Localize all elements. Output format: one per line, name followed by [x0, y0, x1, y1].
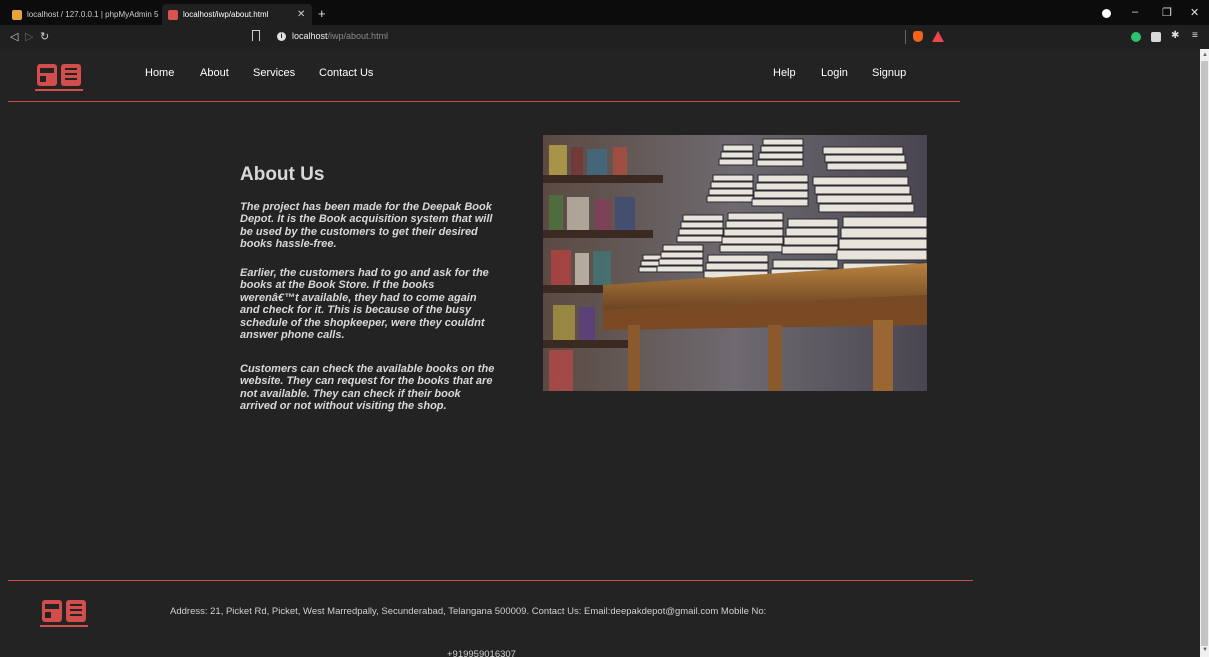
- menu-icon[interactable]: ≡: [1192, 30, 1198, 41]
- bookstore-photo: [543, 135, 927, 391]
- nav-home[interactable]: Home: [145, 67, 174, 79]
- reload-icon[interactable]: ↻: [40, 30, 49, 43]
- brave-rewards-icon[interactable]: [932, 31, 944, 42]
- nav-login[interactable]: Login: [821, 67, 848, 79]
- site-info-icon[interactable]: i: [277, 32, 286, 41]
- address-separator: [905, 30, 906, 44]
- book-logo-icon[interactable]: [33, 61, 85, 95]
- minimize-icon[interactable]: –: [1132, 6, 1138, 18]
- address-bar[interactable]: localhost/iwp/about.html: [292, 31, 388, 41]
- new-tab-icon[interactable]: +: [318, 6, 326, 21]
- book-favicon-icon: [168, 9, 178, 20]
- tab-about[interactable]: localhost/iwp/about.html: [162, 4, 312, 25]
- browser-tab-bar: localhost / 127.0.0.1 | phpMyAdmin 5 loc…: [0, 0, 1209, 25]
- restore-icon[interactable]: ❐: [1162, 6, 1172, 19]
- extensions-puzzle-icon[interactable]: ✱: [1171, 30, 1179, 41]
- nav-about[interactable]: About: [200, 67, 229, 79]
- bookmark-icon[interactable]: [252, 30, 260, 41]
- page-title: About Us: [240, 164, 325, 185]
- extension-square-icon[interactable]: [1151, 32, 1161, 42]
- tab-title: localhost/iwp/about.html: [183, 10, 269, 19]
- header-divider: [8, 101, 960, 102]
- tab-title: localhost / 127.0.0.1 | phpMyAdmin 5: [27, 10, 159, 19]
- tab-phpmyadmin[interactable]: localhost / 127.0.0.1 | phpMyAdmin 5: [6, 4, 162, 25]
- url-host: localhost: [292, 31, 328, 41]
- page-scrollbar[interactable]: ▲ ▼: [1200, 49, 1209, 657]
- about-paragraph: Customers can check the available books …: [240, 363, 495, 413]
- footer-address: Address: 21, Picket Rd, Picket, West Mar…: [170, 606, 767, 617]
- brave-shields-icon[interactable]: [913, 31, 923, 42]
- browser-toolbar: ◁ ▷ ↻ i localhost/iwp/about.html ✱ ≡: [0, 25, 1209, 49]
- forward-icon[interactable]: ▷: [25, 30, 33, 43]
- profile-icon[interactable]: [1102, 9, 1111, 18]
- footer-divider: [8, 580, 973, 581]
- nav-services[interactable]: Services: [253, 67, 295, 79]
- phpmyadmin-favicon-icon: [12, 9, 22, 20]
- back-icon[interactable]: ◁: [10, 30, 18, 43]
- nav-help[interactable]: Help: [773, 67, 796, 79]
- url-path: /iwp/about.html: [327, 31, 389, 41]
- about-paragraph: The project has been made for the Deepak…: [240, 201, 493, 251]
- close-window-icon[interactable]: ✕: [1190, 6, 1199, 19]
- extension-green-icon[interactable]: [1131, 32, 1141, 42]
- scroll-down-icon[interactable]: ▼: [1202, 647, 1208, 653]
- scroll-thumb[interactable]: [1201, 61, 1208, 646]
- footer-phone: +919959016307: [447, 649, 516, 657]
- page-content: Home About Services Contact Us Help Logi…: [0, 49, 1200, 657]
- nav-contact[interactable]: Contact Us: [319, 67, 373, 79]
- footer-book-logo-icon: [38, 597, 90, 631]
- close-tab-icon[interactable]: ✕: [297, 9, 305, 20]
- about-paragraph: Earlier, the customers had to go and ask…: [240, 267, 489, 342]
- nav-signup[interactable]: Signup: [872, 67, 906, 79]
- scroll-up-icon[interactable]: ▲: [1202, 52, 1208, 58]
